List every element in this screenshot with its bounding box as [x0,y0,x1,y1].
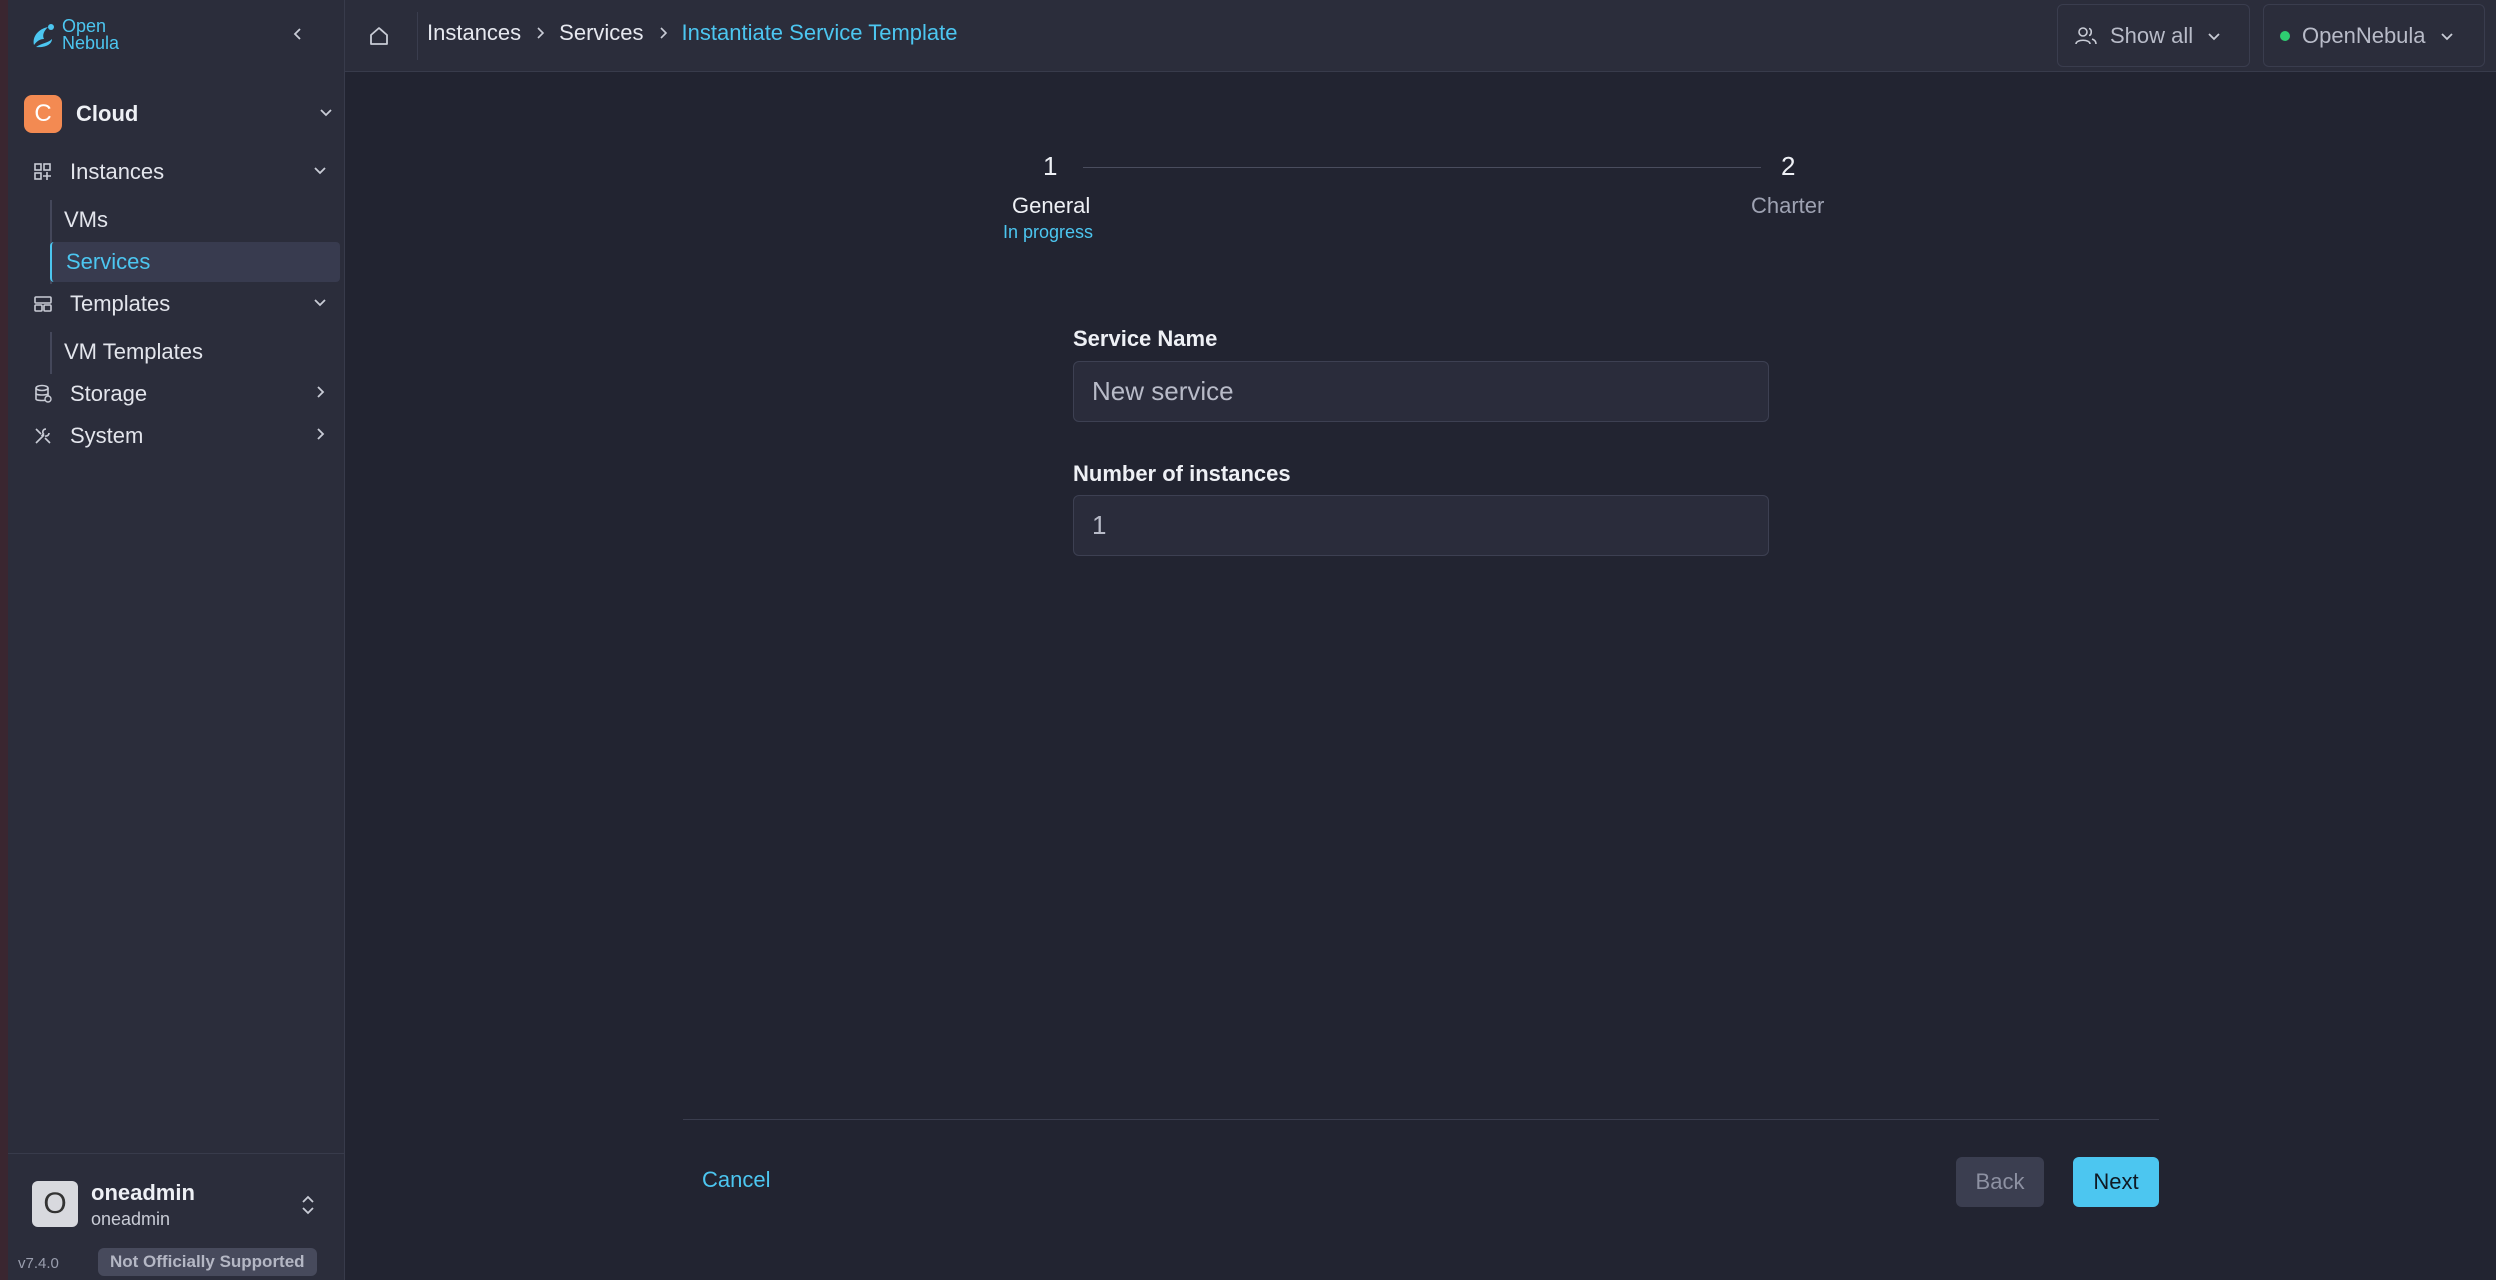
cancel-button[interactable]: Cancel [690,1160,782,1200]
sidebar-item-label: Storage [70,381,148,406]
chevron-up-down-icon[interactable] [298,1192,318,1218]
home-icon [370,27,388,45]
step-2-number: 2 [1781,151,1796,181]
instances-count-label: Number of instances [1073,461,1291,486]
chevron-down-icon [314,299,326,307]
sidebar-item-templates[interactable]: Templates [30,284,340,324]
breadcrumb-current: Instantiate Service Template [681,20,958,45]
breadcrumb-services[interactable]: Services [559,20,643,46]
divider [417,12,418,60]
service-name-field[interactable] [1073,361,1769,422]
chevron-down-icon [314,167,326,175]
cloud-avatar: C [24,95,62,133]
chevron-right-icon [533,26,547,40]
top-bar: Instances Services Instantiate Service T… [345,0,2496,72]
chevron-down-icon [320,109,332,117]
chevron-down-icon [2440,32,2453,40]
sidebar-item-label: Templates [70,291,171,316]
chevron-right-icon [317,386,325,398]
user-name: oneadmin [91,1180,195,1205]
chevron-right-icon [656,26,670,40]
version-label: v7.4.0 [18,1255,59,1272]
sidebar-item-storage[interactable]: Storage [30,374,340,414]
sidebar-item-vm-templates[interactable]: VM Templates [54,332,340,372]
next-button[interactable]: Next [2073,1157,2159,1207]
instances-count-field[interactable] [1073,495,1769,556]
filter-dropdown[interactable]: Show all [2057,4,2250,67]
layout-icon [30,291,56,317]
step-2-title: Charter [1751,193,1825,218]
users-icon [2075,26,2097,44]
grid-plus-icon [30,159,56,185]
opennebula-logo-icon [33,24,54,48]
zone-dropdown[interactable]: OpenNebula [2263,4,2485,67]
chevron-down-icon [2208,32,2220,40]
tools-icon [30,423,56,449]
sidebar-item-vms[interactable]: VMs [54,200,340,240]
submenu-guide-line [50,332,52,374]
sidebar-item-system[interactable]: System [30,416,340,456]
status-dot [2280,30,2290,41]
breadcrumb-instances[interactable]: Instances [427,20,521,46]
service-name-label: Service Name [1073,326,1218,351]
avatar: O [32,1181,78,1227]
group-selector-cloud[interactable]: C Cloud [24,94,342,134]
back-button[interactable]: Back [1956,1157,2044,1207]
step-connector [1083,167,1761,168]
footer-divider [683,1119,2159,1120]
collapse-sidebar-button[interactable] [286,22,310,46]
support-status-badge: Not Officially Supported [98,1248,317,1276]
breadcrumb: Instances Services Instantiate Service T… [427,20,958,46]
logo-text: Open Nebula [62,17,120,53]
step-1-status: In progress [1003,222,1094,242]
step-1-number: 1 [1043,151,1058,181]
user-menu[interactable]: O oneadmin oneadmin v7.4.0 Not Officiall… [8,1153,345,1280]
window-edge [0,0,8,1280]
sidebar-item-label: Instances [70,159,165,184]
sidebar-item-label: System [70,423,144,448]
database-icon [30,381,56,407]
sidebar-item-instances[interactable]: Instances [30,152,340,192]
sidebar-item-services[interactable]: Services [50,242,340,282]
chevron-left-icon [293,28,301,40]
logo-line-2: Nebula [62,33,120,53]
step-1-title: General [1012,193,1091,218]
chevron-right-icon [317,428,325,440]
zone-label: OpenNebula [2302,22,2426,48]
opennebula-logo[interactable]: Open Nebula [30,17,120,53]
user-group: oneadmin [91,1209,171,1229]
group-label: Cloud [76,101,139,126]
home-button[interactable] [365,22,393,50]
sidebar: Open Nebula C Cloud Instances VMs Servic… [8,0,345,1280]
filter-label: Show all [2110,22,2194,48]
